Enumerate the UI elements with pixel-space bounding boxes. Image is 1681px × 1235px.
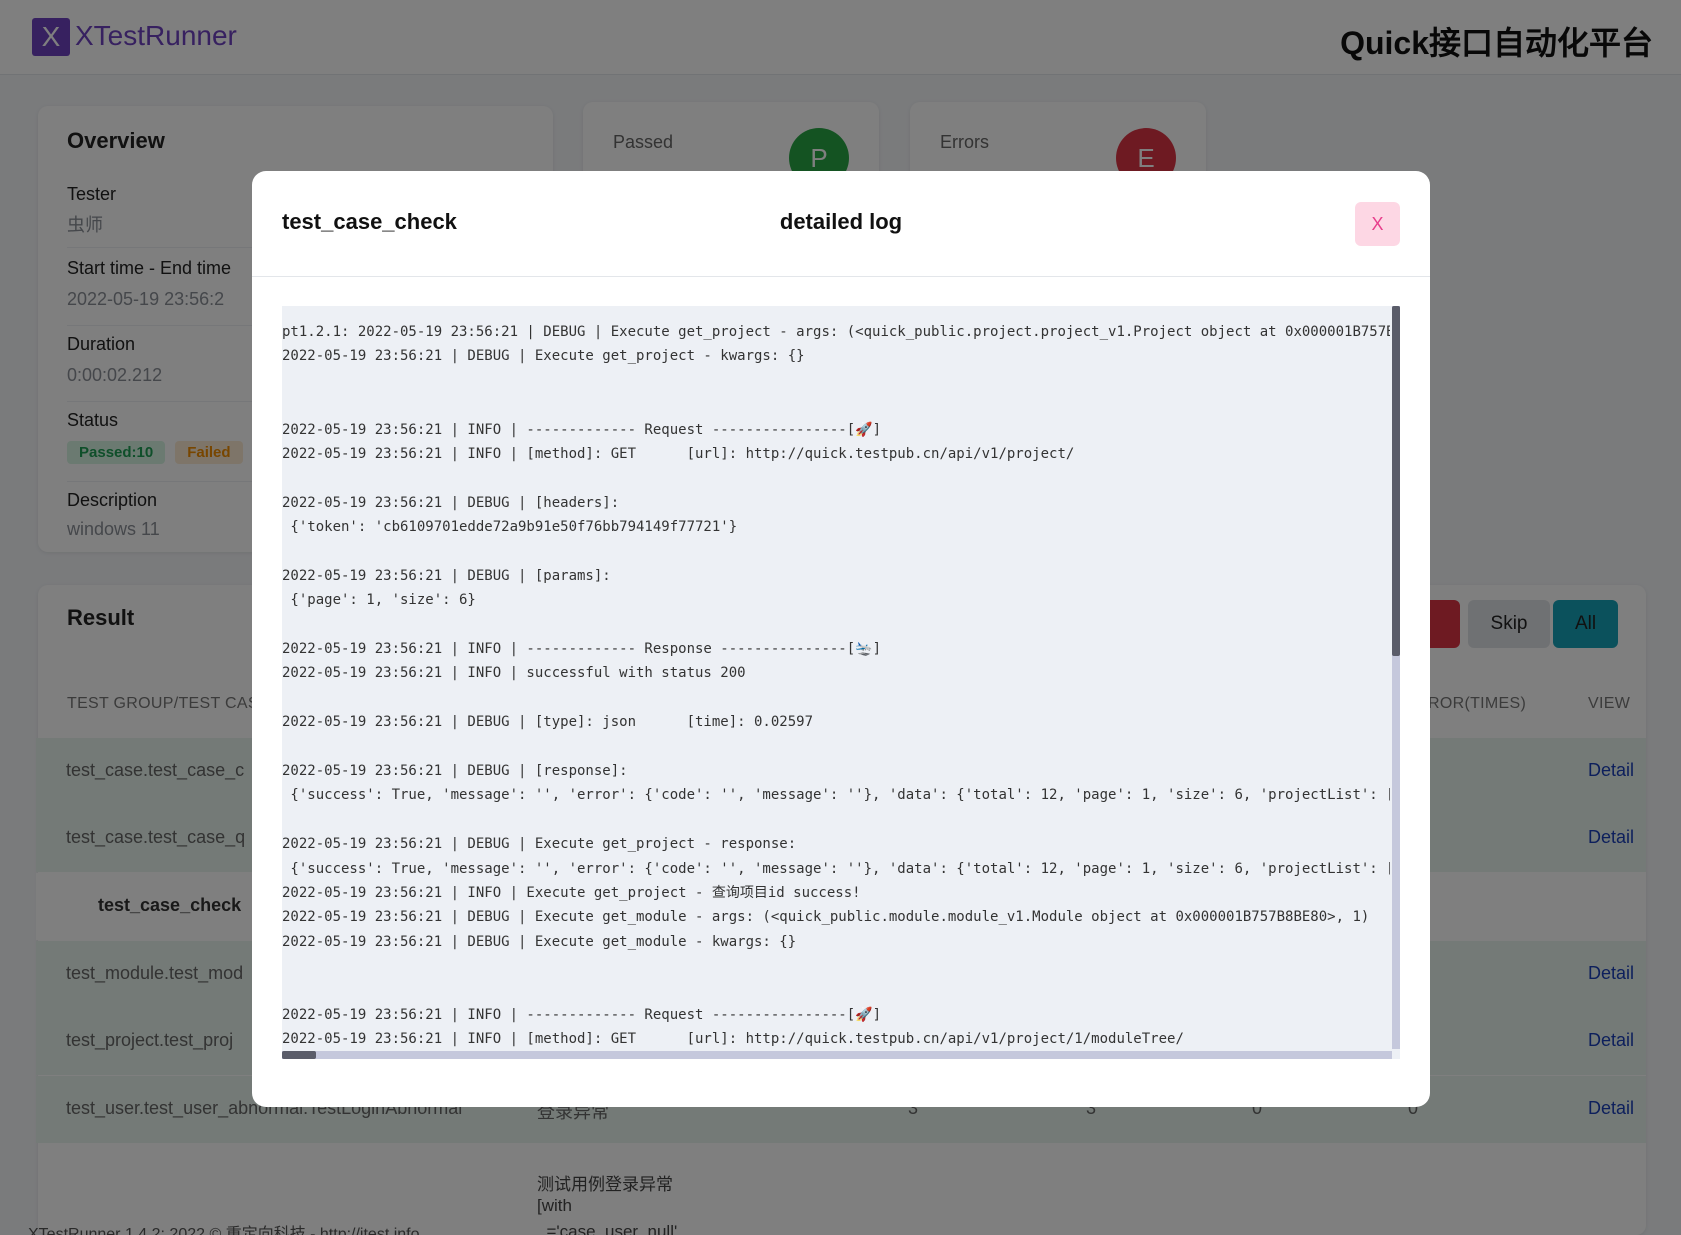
log-line: 2022-05-19 23:56:21 | DEBUG | [params]: xyxy=(282,567,611,584)
log-line: 2022-05-19 23:56:21 | INFO | -----------… xyxy=(282,641,882,658)
log-panel[interactable]: pt1.2.1: 2022-05-19 23:56:21 | DEBUG | E… xyxy=(282,306,1400,1059)
log-line: 2022-05-19 23:56:21 | DEBUG | Execute ge… xyxy=(282,348,805,365)
log-line: 2022-05-19 23:56:21 | DEBUG | Execute ge… xyxy=(282,933,797,950)
log-line: 2022-05-19 23:56:21 | INFO | successful … xyxy=(282,665,746,682)
log-line: {'token': 'cb6109701edde72a9b91e50f76bb7… xyxy=(282,519,738,536)
log-line: 2022-05-19 23:56:21 | DEBUG | Execute ge… xyxy=(282,909,1370,926)
log-content: pt1.2.1: 2022-05-19 23:56:21 | DEBUG | E… xyxy=(282,306,1390,1049)
log-line: 2022-05-19 23:56:21 | INFO | [method]: G… xyxy=(282,1031,1184,1048)
horizontal-scrollbar-thumb[interactable] xyxy=(282,1051,316,1059)
close-button[interactable]: X xyxy=(1355,202,1400,246)
log-line: 2022-05-19 23:56:21 | DEBUG | [headers]: xyxy=(282,494,620,511)
log-line: 2022-05-19 23:56:21 | INFO | -----------… xyxy=(282,1006,882,1023)
vertical-scrollbar[interactable] xyxy=(1392,306,1400,1049)
horizontal-scrollbar[interactable] xyxy=(282,1051,1392,1059)
log-line: {'success': True, 'message': '', 'error'… xyxy=(282,787,1390,804)
log-line: 2022-05-19 23:56:21 | DEBUG | Execute ge… xyxy=(282,836,797,853)
log-line: {'success': True, 'message': '', 'error'… xyxy=(282,860,1390,877)
log-line: pt1.2.1: 2022-05-19 23:56:21 | DEBUG | E… xyxy=(282,324,1390,340)
modal-header: detailed log test_case_check X xyxy=(252,171,1430,277)
log-line: 2022-05-19 23:56:21 | DEBUG | [response]… xyxy=(282,763,628,780)
vertical-scrollbar-thumb[interactable] xyxy=(1392,306,1400,656)
log-line: 2022-05-19 23:56:21 | INFO | [method]: G… xyxy=(282,445,1075,462)
modal-title: test_case_check xyxy=(282,209,457,234)
log-line: {'page': 1, 'size': 6} xyxy=(282,592,476,609)
log-line: 2022-05-19 23:56:21 | INFO | -----------… xyxy=(282,421,882,438)
log-line: 2022-05-19 23:56:21 | DEBUG | [type]: js… xyxy=(282,714,814,731)
detail-log-modal: detailed log test_case_check X pt1.2.1: … xyxy=(252,171,1430,1107)
log-line: 2022-05-19 23:56:21 | INFO | Execute get… xyxy=(282,884,861,901)
